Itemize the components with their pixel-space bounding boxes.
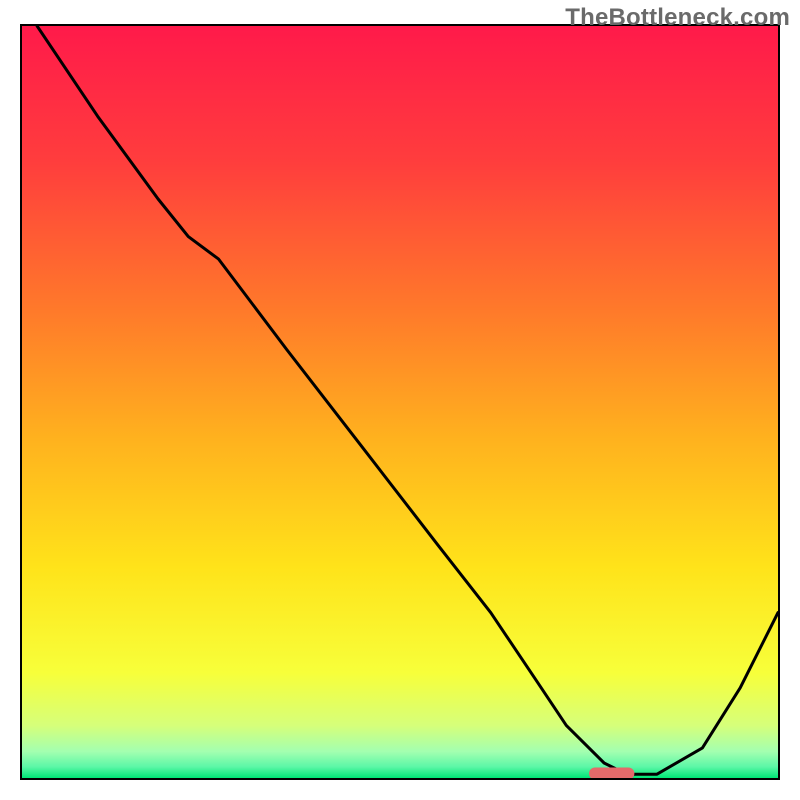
watermark-text: TheBottleneck.com bbox=[565, 4, 790, 32]
gradient-background bbox=[22, 26, 778, 778]
bottleneck-chart: TheBottleneck.com bbox=[0, 0, 800, 800]
optimal-marker bbox=[589, 768, 634, 779]
plot-svg bbox=[22, 26, 778, 778]
